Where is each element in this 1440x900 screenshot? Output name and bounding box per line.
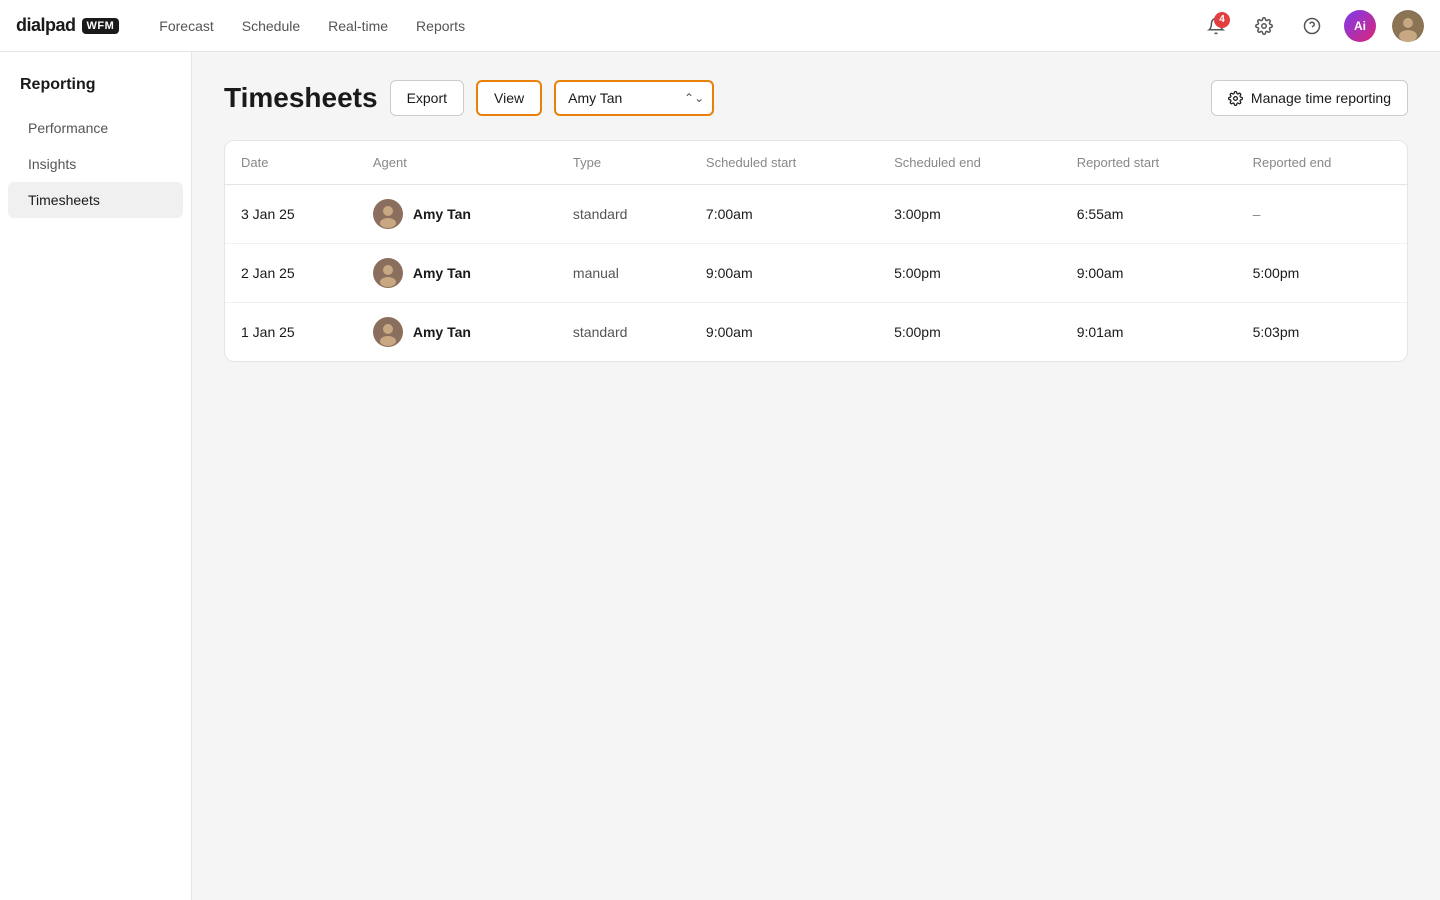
col-agent: Agent	[357, 141, 557, 185]
main-layout: Reporting Performance Insights Timesheet…	[0, 52, 1440, 900]
cell-reported-end: 5:03pm	[1237, 303, 1407, 362]
col-scheduled-end: Scheduled end	[878, 141, 1061, 185]
sidebar-item-insights[interactable]: Insights	[8, 146, 183, 182]
notifications-button[interactable]: 4	[1200, 10, 1232, 42]
page-title: Timesheets	[224, 82, 378, 114]
nav-realtime[interactable]: Real-time	[328, 14, 388, 38]
cell-scheduled-end: 5:00pm	[878, 244, 1061, 303]
table-row: 2 Jan 25 Amy Tan manual 9:00am 5:00pm 9:…	[225, 244, 1407, 303]
table-header: Date Agent Type Scheduled start Schedule…	[225, 141, 1407, 185]
table-row: 3 Jan 25 Amy Tan standard 7:00am 3:00pm …	[225, 185, 1407, 244]
sidebar-item-label: Timesheets	[28, 192, 100, 208]
cell-reported-end: 5:00pm	[1237, 244, 1407, 303]
manage-label: Manage time reporting	[1251, 90, 1391, 106]
cell-agent: Amy Tan	[357, 185, 557, 244]
agent-avatar	[373, 317, 403, 347]
col-reported-start: Reported start	[1061, 141, 1237, 185]
agent-select[interactable]: Amy Tan	[554, 80, 714, 116]
sidebar-item-label: Insights	[28, 156, 76, 172]
agent-avatar	[373, 199, 403, 229]
ai-label: Ai	[1354, 19, 1366, 33]
col-date: Date	[225, 141, 357, 185]
nav-reports[interactable]: Reports	[416, 14, 465, 38]
sidebar-title: Reporting	[0, 76, 191, 110]
user-avatar-button[interactable]	[1392, 10, 1424, 42]
table-body: 3 Jan 25 Amy Tan standard 7:00am 3:00pm …	[225, 185, 1407, 362]
agent-avatar-icon	[373, 258, 403, 288]
logo-text: dialpad	[16, 15, 76, 36]
nav-schedule[interactable]: Schedule	[242, 14, 300, 38]
cell-scheduled-start: 9:00am	[690, 244, 878, 303]
cell-reported-start: 6:55am	[1061, 185, 1237, 244]
top-navigation: dialpad WFM Forecast Schedule Real-time …	[0, 0, 1440, 52]
logo[interactable]: dialpad WFM	[16, 15, 119, 36]
cell-reported-start: 9:00am	[1061, 244, 1237, 303]
col-reported-end: Reported end	[1237, 141, 1407, 185]
cell-agent: Amy Tan	[357, 244, 557, 303]
cell-date: 3 Jan 25	[225, 185, 357, 244]
agent-select-wrapper: Amy Tan ⌃⌄	[554, 80, 714, 116]
cell-agent: Amy Tan	[357, 303, 557, 362]
cell-scheduled-start: 7:00am	[690, 185, 878, 244]
gear-icon	[1255, 17, 1273, 35]
export-button[interactable]: Export	[390, 80, 464, 116]
agent-avatar-icon	[373, 317, 403, 347]
cell-type: manual	[557, 244, 690, 303]
timesheets-table: Date Agent Type Scheduled start Schedule…	[225, 141, 1407, 361]
nav-links: Forecast Schedule Real-time Reports	[159, 14, 1168, 38]
main-content: Timesheets Export View Amy Tan ⌃⌄ Manage…	[192, 52, 1440, 900]
cell-scheduled-start: 9:00am	[690, 303, 878, 362]
user-avatar-icon	[1392, 10, 1424, 42]
agent-avatar-icon	[373, 199, 403, 229]
page-header-left: Timesheets Export View Amy Tan ⌃⌄	[224, 80, 714, 116]
nav-forecast[interactable]: Forecast	[159, 14, 213, 38]
ai-button[interactable]: Ai	[1344, 10, 1376, 42]
agent-name: Amy Tan	[413, 324, 471, 340]
wfm-badge: WFM	[82, 18, 120, 34]
view-button[interactable]: View	[476, 80, 542, 116]
agent-name: Amy Tan	[413, 206, 471, 222]
help-icon	[1303, 17, 1321, 35]
table-row: 1 Jan 25 Amy Tan standard 9:00am 5:00pm …	[225, 303, 1407, 362]
agent-name: Amy Tan	[413, 265, 471, 281]
cell-scheduled-end: 3:00pm	[878, 185, 1061, 244]
page-header: Timesheets Export View Amy Tan ⌃⌄ Manage…	[224, 80, 1408, 116]
cell-type: standard	[557, 303, 690, 362]
cell-reported-start: 9:01am	[1061, 303, 1237, 362]
timesheets-table-card: Date Agent Type Scheduled start Schedule…	[224, 140, 1408, 362]
manage-time-reporting-button[interactable]: Manage time reporting	[1211, 80, 1408, 116]
col-scheduled-start: Scheduled start	[690, 141, 878, 185]
settings-icon	[1228, 91, 1243, 106]
nav-right-icons: 4 Ai	[1200, 10, 1424, 42]
sidebar-item-label: Performance	[28, 120, 108, 136]
sidebar-item-timesheets[interactable]: Timesheets	[8, 182, 183, 218]
sidebar-item-performance[interactable]: Performance	[8, 110, 183, 146]
cell-date: 2 Jan 25	[225, 244, 357, 303]
cell-type: standard	[557, 185, 690, 244]
cell-scheduled-end: 5:00pm	[878, 303, 1061, 362]
col-type: Type	[557, 141, 690, 185]
cell-date: 1 Jan 25	[225, 303, 357, 362]
sidebar: Reporting Performance Insights Timesheet…	[0, 52, 192, 900]
cell-reported-end: –	[1237, 185, 1407, 244]
help-button[interactable]	[1296, 10, 1328, 42]
notification-badge: 4	[1214, 12, 1230, 28]
agent-avatar	[373, 258, 403, 288]
settings-button[interactable]	[1248, 10, 1280, 42]
